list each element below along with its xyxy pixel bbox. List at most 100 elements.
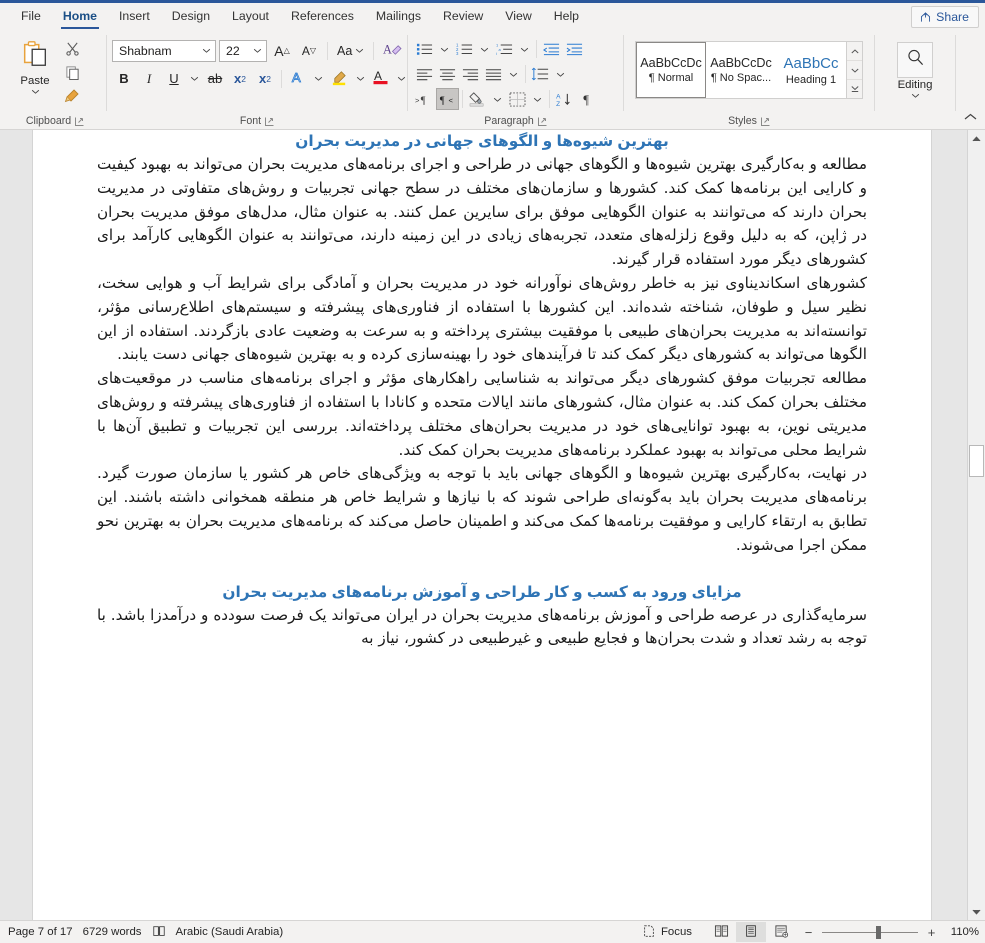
change-case-button[interactable]: Aa (334, 39, 367, 62)
clipboard-small-buttons (61, 36, 83, 109)
zoom-slider[interactable] (822, 925, 918, 939)
style-item-normal[interactable]: AaBbCcDc ¶ Normal (636, 42, 706, 98)
increase-indent-button[interactable] (563, 38, 586, 60)
multilevel-chevron-down-icon[interactable] (516, 38, 533, 60)
scroll-up-arrow-icon[interactable] (968, 130, 985, 147)
shading-button[interactable] (466, 88, 489, 110)
styles-scroll-up-button[interactable] (847, 42, 862, 61)
zoom-level-label[interactable]: 110% (945, 926, 979, 938)
clear-formatting-button[interactable]: A (380, 39, 405, 62)
multilevel-list-button[interactable]: 1ai (493, 38, 516, 60)
view-read-mode-button[interactable] (706, 922, 736, 942)
sort-button[interactable]: AZ (553, 88, 576, 110)
ribbon-tab-strip: File Home Insert Design Layout Reference… (0, 3, 985, 31)
zoom-slider-knob[interactable] (876, 925, 881, 939)
underline-button[interactable]: U (162, 67, 186, 90)
align-left-button[interactable] (413, 63, 436, 85)
italic-button[interactable]: I (137, 67, 161, 90)
highlight-color-button[interactable] (327, 67, 352, 90)
ltr-text-direction-button[interactable]: > ¶ (413, 88, 436, 110)
highlight-chevron-down-icon[interactable] (353, 67, 368, 90)
shrink-font-button[interactable]: A ▽ (297, 39, 321, 62)
tab-help[interactable]: Help (543, 5, 590, 31)
tab-view[interactable]: View (494, 5, 542, 31)
status-word-count[interactable]: 6729 words (83, 926, 152, 938)
svg-text:>: > (415, 96, 420, 105)
font-name-combo[interactable]: Shabnam (112, 39, 216, 62)
style-item-no-spacing[interactable]: AaBbCcDc ¶ No Spac... (706, 42, 776, 98)
style-item-heading-1[interactable]: AaBbCс Heading 1 (776, 42, 846, 98)
document-page-current[interactable]: بهترین شیوه‌ها و الگوهای جهانی در مدیریت… (32, 130, 932, 920)
copy-button[interactable] (61, 64, 83, 85)
font-size-combo[interactable]: 22 (219, 39, 267, 62)
decrease-indent-button[interactable] (540, 38, 563, 60)
tab-layout[interactable]: Layout (221, 5, 280, 31)
status-focus-button[interactable]: Focus (642, 924, 706, 941)
paste-button[interactable]: Paste (9, 36, 61, 94)
view-print-layout-button[interactable] (736, 922, 766, 942)
scroll-down-arrow-icon[interactable] (968, 903, 985, 920)
styles-more-button[interactable] (847, 80, 862, 98)
svg-text:A: A (291, 70, 300, 85)
pages-viewport[interactable]: بهترین شیوه‌ها و الگوهای جهانی در مدیریت… (0, 130, 967, 920)
justify-button[interactable] (482, 63, 505, 85)
tab-home[interactable]: Home (52, 5, 108, 31)
status-language[interactable]: Arabic (Saudi Arabia) (176, 926, 294, 938)
font-color-button[interactable]: A (369, 67, 393, 90)
editing-icon-box (897, 42, 933, 78)
tab-insert[interactable]: Insert (108, 5, 161, 31)
styles-scroll-down-button[interactable] (847, 61, 862, 80)
numbering-chevron-down-icon[interactable] (476, 38, 493, 60)
borders-chevron-down-icon[interactable] (529, 88, 546, 110)
text-effects-button[interactable]: A (286, 67, 310, 90)
tab-review[interactable]: Review (432, 5, 494, 31)
editing-dropdown-chevron-icon[interactable] (911, 93, 920, 98)
scrollbar-track[interactable] (968, 147, 985, 903)
format-painter-button[interactable] (61, 88, 83, 109)
bullets-button[interactable] (413, 38, 436, 60)
show-formatting-marks-button[interactable]: ¶ (576, 88, 599, 110)
editing-button[interactable]: Editing (884, 39, 946, 98)
bold-button[interactable]: B (112, 67, 136, 90)
tab-references[interactable]: References (280, 5, 365, 31)
status-proofing-button[interactable] (152, 924, 176, 941)
vertical-scrollbar[interactable] (967, 130, 985, 920)
underline-dropdown-chevron-icon[interactable] (187, 67, 202, 90)
numbering-button[interactable]: 123 (453, 38, 476, 60)
tab-mailings[interactable]: Mailings (365, 5, 432, 31)
scrollbar-thumb[interactable] (969, 445, 984, 477)
shading-chevron-down-icon[interactable] (489, 88, 506, 110)
zoom-in-button[interactable]: + (925, 926, 938, 939)
grow-font-button[interactable]: A △ (270, 39, 294, 62)
font-color-chevron-down-icon[interactable] (394, 67, 409, 90)
font-sep-2 (373, 41, 375, 60)
rtl-text-direction-button[interactable]: ¶ < (436, 88, 459, 110)
cut-button[interactable] (61, 40, 83, 61)
paragraph-dialog-launcher[interactable] (537, 117, 547, 126)
font-size-chevron-down-icon[interactable] (250, 48, 264, 53)
borders-button[interactable] (506, 88, 529, 110)
align-right-button[interactable] (459, 63, 482, 85)
strikethrough-button[interactable]: ab (203, 67, 227, 90)
bullets-chevron-down-icon[interactable] (436, 38, 453, 60)
alignment-chevron-down-icon[interactable] (505, 63, 522, 85)
tab-file[interactable]: File (10, 5, 52, 31)
clipboard-dialog-launcher[interactable] (75, 117, 84, 126)
share-button[interactable]: Share (911, 6, 979, 28)
tab-design[interactable]: Design (161, 5, 221, 31)
styles-dialog-launcher[interactable] (760, 117, 770, 126)
superscript-button[interactable]: x2 (253, 67, 277, 90)
collapse-ribbon-button[interactable] (964, 108, 977, 126)
svg-text:3: 3 (456, 51, 459, 56)
align-center-button[interactable] (436, 63, 459, 85)
paste-dropdown-chevron-icon[interactable] (31, 89, 40, 94)
view-web-layout-button[interactable] (766, 922, 796, 942)
line-spacing-button[interactable] (529, 63, 552, 85)
line-spacing-chevron-down-icon[interactable] (552, 63, 569, 85)
text-effects-chevron-down-icon[interactable] (311, 67, 326, 90)
font-dialog-launcher[interactable] (265, 117, 274, 126)
zoom-out-button[interactable]: − (802, 926, 815, 939)
subscript-button[interactable]: x2 (228, 67, 252, 90)
status-page-number[interactable]: Page 7 of 17 (8, 926, 83, 938)
font-name-chevron-down-icon[interactable] (199, 48, 213, 53)
